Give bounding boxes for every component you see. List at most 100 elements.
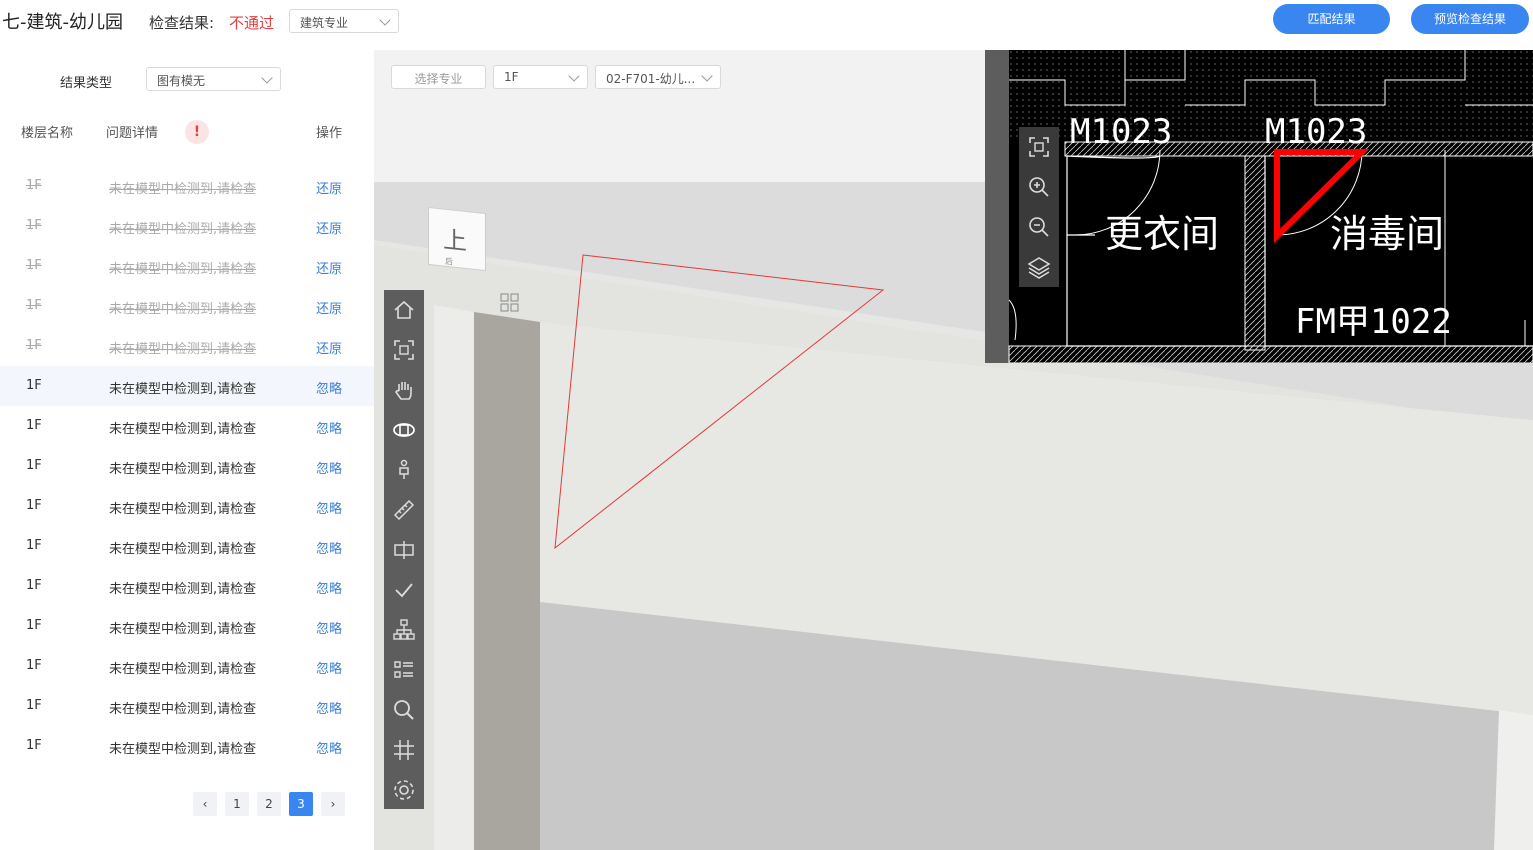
pan-hand-icon[interactable] (384, 370, 424, 410)
floor-cell: 1F (26, 458, 42, 473)
result-type-select[interactable]: 图有模无 (146, 67, 281, 91)
result-type-label: 结果类型 (60, 76, 113, 91)
detail-cell: 未在模型中检测到,请检查 (109, 742, 257, 757)
table-row[interactable]: 1F 未在模型中检测到,请检查 忽略 (0, 606, 374, 646)
detail-cell: 未在模型中检测到,请检查 (109, 502, 257, 517)
list-icon[interactable] (384, 650, 424, 690)
restore-link[interactable]: 还原 (316, 258, 342, 277)
measure-ruler-icon[interactable] (384, 490, 424, 530)
column-right (1494, 710, 1533, 850)
result-status: 不通过 (229, 14, 275, 32)
search-icon[interactable] (384, 690, 424, 730)
ignore-link[interactable]: 忽略 (316, 498, 342, 517)
layers-icon[interactable] (1027, 255, 1051, 279)
fit-view-icon[interactable] (384, 330, 424, 370)
table-row[interactable]: 1F 未在模型中检测到,请检查 还原 (0, 206, 374, 246)
detail-cell: 未在模型中检测到,请检查 (109, 622, 257, 637)
check-icon[interactable] (384, 570, 424, 610)
table-row[interactable]: 1F 未在模型中检测到,请检查 忽略 (0, 526, 374, 566)
table-row[interactable]: 1F 未在模型中检测到,请检查 还原 (0, 326, 374, 366)
floor-cell: 1F (26, 218, 42, 233)
zoom-out-icon[interactable] (1027, 215, 1051, 239)
restore-link[interactable]: 还原 (316, 338, 342, 357)
floor-cell: 1F (26, 618, 42, 633)
home-icon[interactable] (384, 290, 424, 330)
fit-view-icon[interactable] (1027, 135, 1051, 159)
viewport-floor-select[interactable]: 1F (493, 65, 588, 89)
view-grid-icon[interactable] (500, 293, 520, 313)
table-row[interactable]: 1F 未在模型中检测到,请检查 忽略 (0, 486, 374, 526)
settings-icon[interactable] (384, 770, 424, 810)
discipline-select[interactable]: 建筑专业 (289, 9, 399, 33)
restore-link[interactable]: 还原 (316, 298, 342, 317)
viewport-drawing-select[interactable]: 02-F701-幼儿... (595, 65, 721, 89)
restore-link[interactable]: 还原 (316, 218, 342, 237)
restore-link[interactable]: 还原 (316, 178, 342, 197)
detail-cell: 未在模型中检测到,请检查 (109, 462, 257, 477)
person-walk-icon[interactable] (384, 450, 424, 490)
detail-cell: 未在模型中检测到,请检查 (109, 582, 257, 597)
table-row[interactable]: 1F 未在模型中检测到,请检查 还原 (0, 246, 374, 286)
door-label-2: M1023 (1265, 112, 1367, 152)
orbit-icon[interactable] (384, 410, 424, 450)
floor-cell: 1F (26, 658, 42, 673)
prev-page-button[interactable]: ‹ (193, 792, 217, 816)
section-icon[interactable] (384, 530, 424, 570)
table-row[interactable]: 1F 未在模型中检测到,请检查 忽略 (0, 446, 374, 486)
match-result-button[interactable]: 匹配结果 (1273, 4, 1390, 34)
door-label-1: M1023 (1070, 112, 1172, 152)
ignore-link[interactable]: 忽略 (316, 658, 342, 677)
result-type-value: 图有模无 (157, 74, 206, 88)
ignore-link[interactable]: 忽略 (316, 618, 342, 637)
floor-cell: 1F (26, 258, 42, 273)
result-label: 检查结果: (149, 14, 215, 32)
column-header-action: 操作 (316, 126, 343, 141)
floor-cell: 1F (26, 538, 42, 553)
ignore-link[interactable]: 忽略 (316, 538, 342, 557)
chevron-down-icon (701, 70, 713, 82)
ignore-link[interactable]: 忽略 (316, 458, 342, 477)
ignore-link[interactable]: 忽略 (316, 578, 342, 597)
ignore-link[interactable]: 忽略 (316, 738, 342, 757)
table-row[interactable]: 1F 未在模型中检测到,请检查 还原 (0, 166, 374, 206)
table-row[interactable]: 1F 未在模型中检测到,请检查 忽略 (0, 366, 374, 406)
next-page-button[interactable]: › (321, 792, 345, 816)
view-cube[interactable]: 上 后 (428, 206, 486, 272)
table-row[interactable]: 1F 未在模型中检测到,请检查 忽略 (0, 686, 374, 726)
view-cube-top-face: 上 (443, 225, 467, 257)
cad-drawing-panel[interactable]: M1023 M1023 更衣间 消毒间 FM甲1022 (985, 50, 1533, 363)
page-3-button[interactable]: 3 (289, 792, 313, 816)
table-row[interactable]: 1F 未在模型中检测到,请检查 忽略 (0, 726, 374, 766)
detail-cell: 未在模型中检测到,请检查 (109, 542, 257, 557)
detail-cell: 未在模型中检测到,请检查 (109, 662, 257, 677)
viewer-toolbar (384, 290, 424, 809)
table-row[interactable]: 1F 未在模型中检测到,请检查 忽略 (0, 406, 374, 446)
table-row[interactable]: 1F 未在模型中检测到,请检查 忽略 (0, 566, 374, 606)
page-1-button[interactable]: 1 (225, 792, 249, 816)
page-2-button[interactable]: 2 (257, 792, 281, 816)
chevron-down-icon (261, 72, 273, 84)
detail-cell: 未在模型中检测到,请检查 (109, 302, 257, 317)
preview-check-result-button[interactable]: 预览检查结果 (1411, 4, 1529, 34)
floor-cell: 1F (26, 418, 42, 433)
structure-tree-icon[interactable] (384, 610, 424, 650)
column-header-detail: 问题详情 (106, 126, 159, 141)
fire-door-label: FM甲1022 (1295, 302, 1452, 342)
detail-cell: 未在模型中检测到,请检查 (109, 382, 257, 397)
ignore-link[interactable]: 忽略 (316, 698, 342, 717)
viewport-discipline-select[interactable]: 选择专业 (391, 65, 486, 89)
room-label-disinfection: 消毒间 (1330, 212, 1444, 256)
grid-axis-icon[interactable] (384, 730, 424, 770)
floor-cell: 1F (26, 498, 42, 513)
table-row[interactable]: 1F 未在模型中检测到,请检查 还原 (0, 286, 374, 326)
zoom-in-icon[interactable] (1027, 175, 1051, 199)
column-header-floor: 楼层名称 (21, 126, 74, 141)
warning-icon[interactable]: ! (185, 120, 209, 144)
ignore-link[interactable]: 忽略 (316, 418, 342, 437)
viewport-floor-value: 1F (504, 70, 519, 84)
cad-drawing: M1023 M1023 更衣间 消毒间 FM甲1022 (1008, 50, 1533, 363)
model-viewport[interactable]: 选择专业 1F 02-F701-幼儿... 上 后 M1023 M1023 更衣… (374, 50, 1533, 850)
detail-cell: 未在模型中检测到,请检查 (109, 422, 257, 437)
ignore-link[interactable]: 忽略 (316, 378, 342, 397)
table-row[interactable]: 1F 未在模型中检测到,请检查 忽略 (0, 646, 374, 686)
